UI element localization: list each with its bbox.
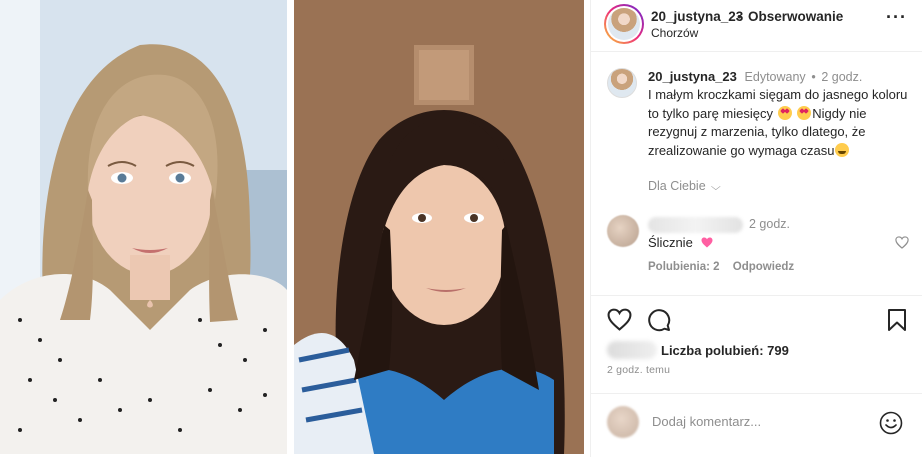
- smiley-icon[interactable]: [879, 411, 903, 438]
- caption-time: 2 godz.: [821, 70, 863, 84]
- post-header: 20_justyna_23 • Obserwowanie Chorzów ···: [591, 0, 922, 52]
- photo-after[interactable]: [294, 0, 584, 454]
- caption-header: 20_justyna_23 Edytowany • 2 godz.: [648, 69, 862, 84]
- caption-username[interactable]: 20_justyna_23: [648, 69, 737, 84]
- for-you-label: Dla Ciebie: [648, 179, 706, 193]
- header-separator: •: [737, 9, 742, 24]
- comment-likes-count[interactable]: Polubienia: 2: [648, 261, 720, 273]
- author-avatar[interactable]: [604, 4, 644, 44]
- post-actions-bar: [591, 295, 922, 345]
- pink-heart-emoji-icon: [701, 236, 713, 248]
- add-comment-bar: [591, 393, 922, 457]
- comment-like-heart-icon[interactable]: [895, 236, 909, 252]
- reply-button[interactable]: Odpowiedz: [733, 261, 794, 273]
- chevron-down-icon: ⌵: [711, 182, 721, 193]
- post-timestamp: 2 godz. temu: [607, 364, 671, 376]
- likes-summary[interactable]: Liczba polubień: 799: [607, 340, 917, 362]
- post-location[interactable]: Chorzów: [651, 26, 698, 40]
- heart-eyes-emoji-icon: [777, 105, 792, 120]
- commenter-avatar[interactable]: [607, 215, 639, 247]
- likes-count[interactable]: Liczba polubień: 799: [661, 343, 789, 358]
- more-options-icon[interactable]: ···: [886, 7, 907, 28]
- caption-text: I małym kroczkami sięgam do jasnego kolo…: [648, 86, 913, 160]
- edited-label: Edytowany: [744, 70, 806, 84]
- comment-text: Ślicznie: [648, 235, 713, 250]
- grin-emoji-icon: [835, 142, 850, 157]
- caption-separator: •: [811, 70, 816, 84]
- heart-eyes-emoji-icon: [797, 105, 812, 120]
- comment-input[interactable]: [652, 414, 852, 429]
- comment-time: 2 godz.: [749, 217, 791, 231]
- for-you-toggle[interactable]: Dla Ciebie ⌵: [648, 179, 721, 193]
- post-media[interactable]: [0, 0, 590, 457]
- caption-avatar[interactable]: [607, 68, 637, 98]
- current-user-avatar: [607, 406, 639, 438]
- photo-before[interactable]: [0, 0, 287, 454]
- liker-avatars-blurred: [607, 341, 657, 359]
- follow-status-button[interactable]: Obserwowanie: [748, 9, 843, 24]
- heart-icon[interactable]: [607, 308, 632, 334]
- commenter-username-blurred[interactable]: [648, 217, 743, 233]
- post-details-panel: 20_justyna_23 • Obserwowanie Chorzów ···…: [590, 0, 922, 457]
- author-username[interactable]: 20_justyna_23: [651, 9, 743, 24]
- bookmark-icon[interactable]: [887, 308, 907, 335]
- comment-bubble-icon[interactable]: [647, 308, 671, 335]
- comment-text-body: Ślicznie: [648, 235, 693, 250]
- comment-meta: Polubienia: 2 Odpowiedz: [648, 261, 794, 273]
